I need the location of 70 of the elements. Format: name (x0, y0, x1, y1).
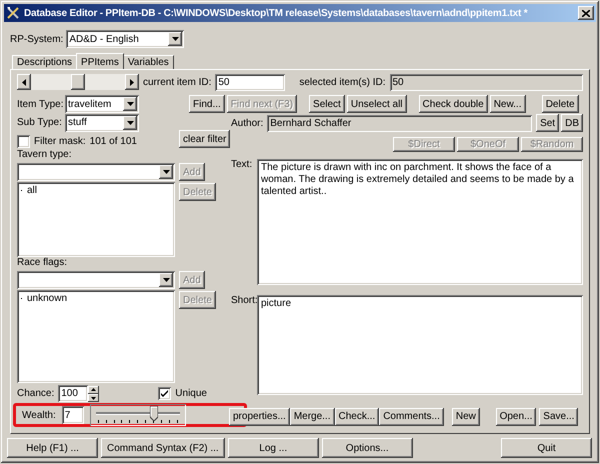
tab[interactable]: Variables (122, 55, 174, 69)
checkbox-label: Filter mask: (34, 136, 86, 146)
list-item[interactable]: all (27, 185, 38, 196)
short-text-area[interactable]: picture (257, 295, 583, 395)
field-label: Text: (231, 159, 253, 172)
panel-button[interactable]: Check... (334, 408, 380, 426)
field-label: Item Type: (17, 98, 61, 110)
rp-system-dropdown[interactable]: AD&D - English (66, 30, 184, 48)
author-button[interactable]: Set (536, 114, 560, 132)
check-icon (161, 390, 168, 397)
list-box[interactable]: all (17, 182, 175, 257)
field-label: Sub Type: (17, 117, 61, 128)
file-button[interactable]: Save... (539, 408, 578, 426)
dropdown-arrow-icon (172, 37, 179, 41)
find-button[interactable]: Find... (189, 95, 225, 113)
selected-ids-field[interactable]: 50 (390, 74, 583, 90)
footer-button[interactable]: Options... (322, 438, 413, 458)
file-button[interactable]: Open... (496, 408, 536, 426)
count-text: 101 of 101 (90, 136, 137, 146)
author-button[interactable]: DB (561, 114, 583, 132)
list-box[interactable]: unknown (17, 290, 175, 383)
field-label: Wealth: (22, 410, 56, 420)
field-label: current item ID: (143, 76, 212, 88)
footer-button[interactable]: Command Syntax (F2) ... (101, 438, 225, 458)
dropdown-arrow-icon (126, 120, 134, 124)
panel-button[interactable]: Merge... (290, 408, 334, 426)
list-item[interactable]: unknown (27, 293, 68, 304)
panel-button[interactable]: properties... (229, 408, 290, 426)
window-title: Database Editor - PPItem-DB - C:\WINDOWS\Desktop\TM release\Systems\databases\tavern\adnd\ppitem1.txt * (24, 8, 528, 18)
text-area[interactable]: The picture is drawn with inc on parchment. It shows the face of a woman. The drawing is extremely detailed and seems to be made by a talented artist.. (257, 159, 583, 285)
wealth-slider[interactable] (90, 404, 186, 426)
checkbox[interactable] (158, 387, 172, 400)
wealth-field[interactable]: 7 (62, 406, 84, 424)
checkbox-label: Unique (175, 388, 207, 399)
close-icon (582, 10, 590, 16)
field-label: Author: (231, 118, 264, 128)
dropdown-arrow-icon (162, 170, 170, 174)
list-dropdown[interactable] (17, 271, 175, 289)
file-button[interactable]: New (452, 408, 480, 426)
tab[interactable]: Descriptions (12, 55, 78, 69)
field-label: RP-System: (10, 34, 64, 44)
current-id-field[interactable]: 50 (215, 74, 286, 90)
crossed-tools-icon (6, 6, 20, 20)
slider-thumb[interactable] (150, 406, 158, 421)
list-dropdown[interactable] (17, 163, 175, 181)
dropdown-arrow-icon (126, 102, 134, 106)
author-field[interactable]: Bernhard Schaffer (267, 114, 532, 132)
record-button[interactable]: New... (490, 95, 526, 113)
chance-field[interactable]: 100 (58, 385, 88, 402)
record-button[interactable]: Delete (542, 95, 579, 113)
scroll-bar[interactable] (17, 74, 139, 90)
footer-button[interactable]: Help (F1) ... (7, 438, 98, 458)
field-label: Chance: (17, 388, 54, 399)
record-button[interactable]: Check double (418, 95, 488, 113)
quit-button[interactable]: Quit (501, 438, 592, 458)
checkbox[interactable] (17, 134, 30, 148)
item-type-dropdown[interactable]: travelitem (65, 95, 139, 113)
select-button[interactable]: Select (309, 95, 345, 113)
tab[interactable]: PPItems (76, 53, 124, 69)
sub-type-dropdown[interactable]: stuff (65, 114, 139, 132)
clear-filter-button[interactable]: clear filter (179, 130, 230, 148)
footer-button[interactable]: Log ... (228, 438, 319, 458)
list-label: Race flags: (17, 257, 68, 270)
close-button[interactable] (578, 6, 594, 20)
field-label: selected item(s) ID: (299, 76, 386, 88)
panel-button[interactable]: Comments... (379, 408, 444, 426)
dropdown-arrow-icon (162, 278, 170, 282)
list-label: Tavern type: (17, 149, 72, 162)
select-button[interactable]: Unselect all (346, 95, 407, 113)
spinner-icon[interactable] (88, 386, 100, 402)
